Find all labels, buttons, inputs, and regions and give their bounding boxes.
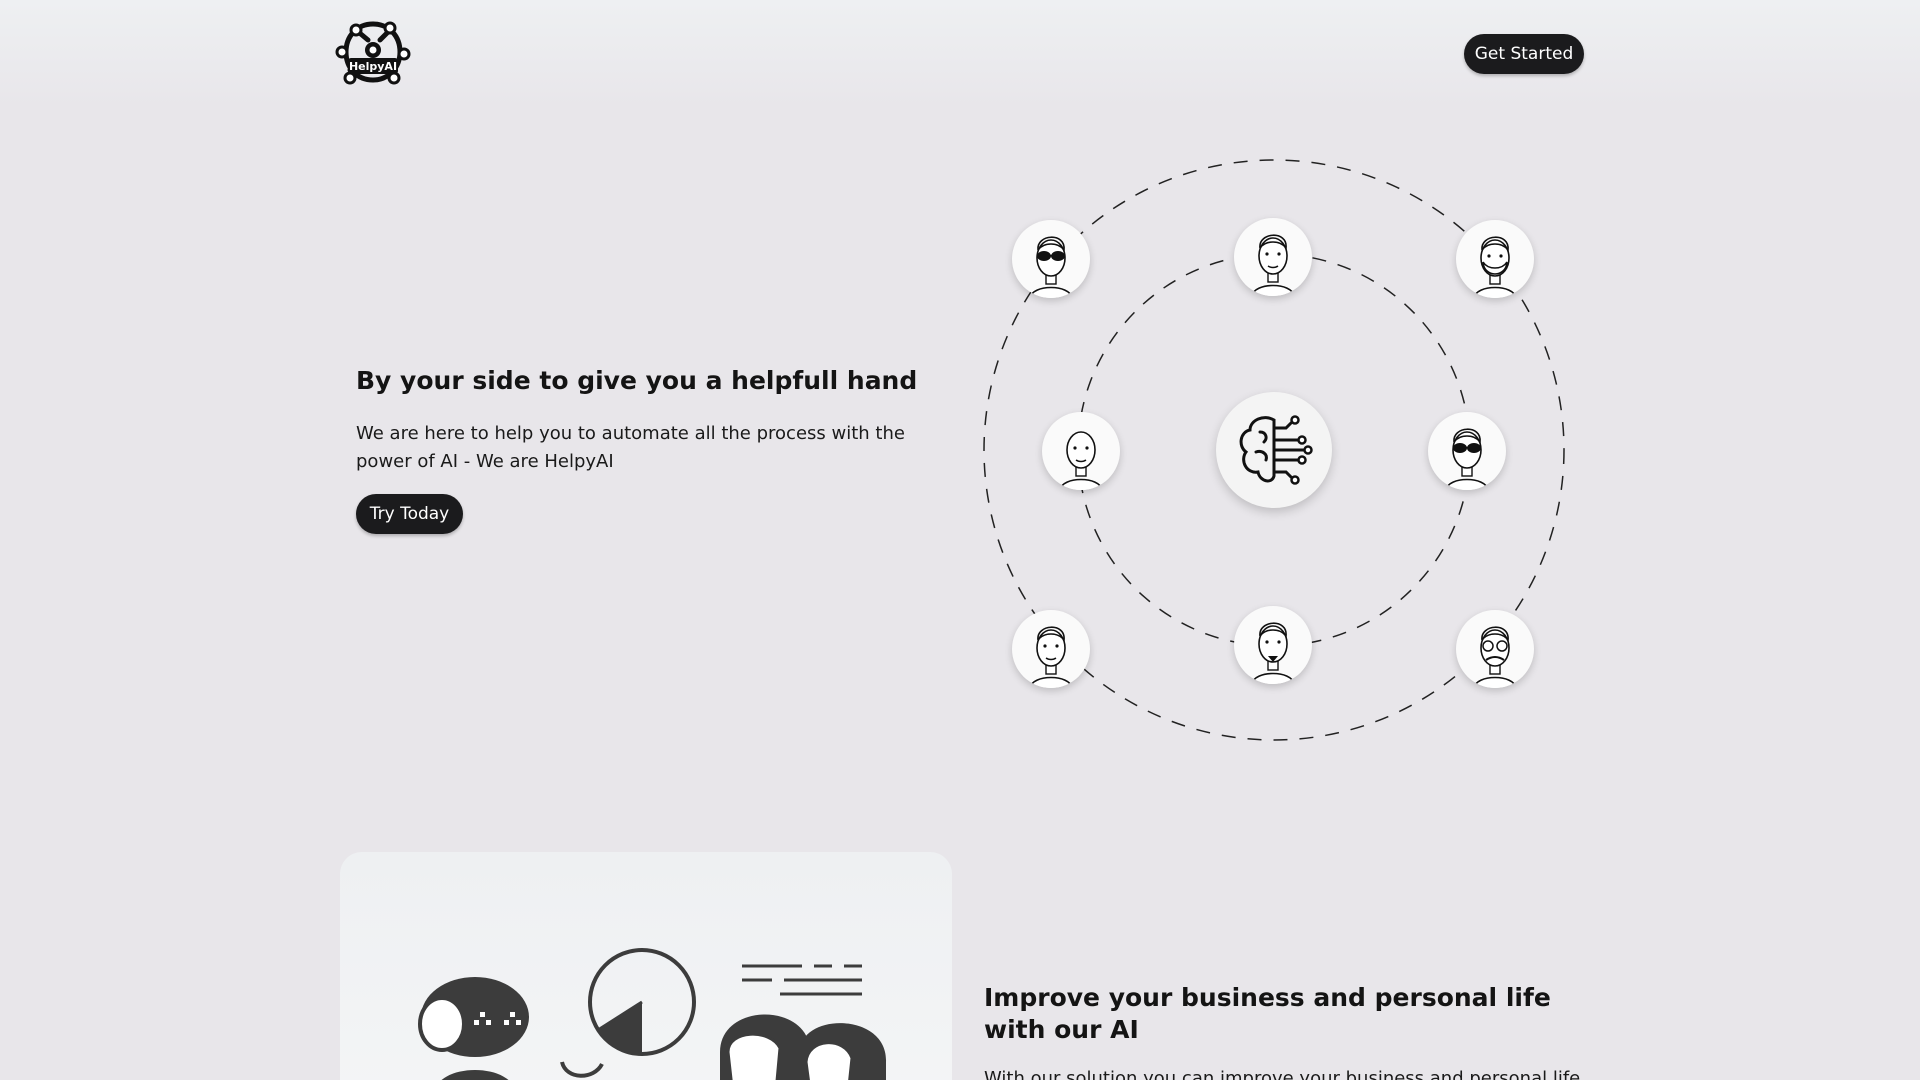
helpyai-logo[interactable]: HelpyAI <box>334 14 412 92</box>
avatar-sunglasses-man <box>1012 220 1090 298</box>
feature-illustration-card <box>340 852 952 1080</box>
avatar-curly-man <box>1012 610 1090 688</box>
avatar-bald-man <box>1042 412 1120 490</box>
hero-title: By your side to give you a helpfull hand <box>356 366 918 395</box>
try-today-button[interactable]: Try Today <box>356 494 463 534</box>
avatar-sunglasses-long-hair <box>1428 412 1506 490</box>
get-started-button[interactable]: Get Started <box>1464 34 1584 74</box>
avatar-bearded-old-man <box>1456 220 1534 298</box>
avatar-young-man <box>1234 218 1312 296</box>
brain-circuit-icon <box>1216 392 1332 508</box>
avatar-glasses-old-man <box>1456 610 1534 688</box>
feature-title: Improve your business and personal life … <box>984 983 1551 1044</box>
header-bar <box>0 0 1920 108</box>
avatar-goatee-man <box>1234 606 1312 684</box>
feature-description: With our solution you can improve your b… <box>984 1068 1581 1080</box>
hero-description: We are here to help you to automate all … <box>356 423 905 472</box>
logo-text: HelpyAI <box>348 60 398 73</box>
